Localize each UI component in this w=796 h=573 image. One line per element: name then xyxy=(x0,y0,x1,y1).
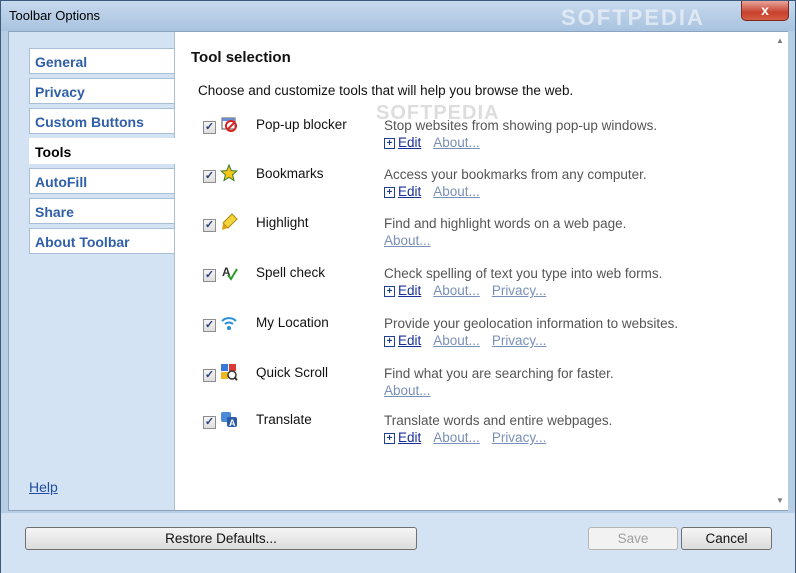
location-signal-icon xyxy=(220,313,238,331)
scroll-up-arrow-icon[interactable]: ▲ xyxy=(776,36,784,45)
help-link[interactable]: Help xyxy=(29,479,58,495)
watermark: SOFTPEDIA xyxy=(561,5,705,30)
tool-links: About... xyxy=(384,383,443,398)
about-link[interactable]: About... xyxy=(433,283,480,298)
about-link[interactable]: About... xyxy=(433,430,480,445)
restore-defaults-button[interactable]: Restore Defaults... xyxy=(25,527,417,550)
tool-description: Check spelling of text you type into web… xyxy=(384,266,663,281)
edit-link[interactable]: Edit xyxy=(398,333,421,348)
tool-links: + Edit About... Privacy... xyxy=(384,430,558,445)
tool-name: Translate xyxy=(256,412,312,427)
tool-description: Stop websites from showing pop-up window… xyxy=(384,118,658,133)
tool-description: Translate words and entire webpages. xyxy=(384,413,613,428)
save-button[interactable]: Save xyxy=(588,527,678,550)
privacy-link[interactable]: Privacy... xyxy=(492,333,547,348)
tool-description: Access your bookmarks from any computer. xyxy=(384,167,647,182)
cancel-button[interactable]: Cancel xyxy=(681,527,772,550)
tool-name: My Location xyxy=(256,315,329,330)
about-link[interactable]: About... xyxy=(384,383,431,398)
plus-icon: + xyxy=(384,433,395,444)
tool-row-my-location: ✓ My Location Provide your geolocation i… xyxy=(176,313,772,357)
tool-name: Spell check xyxy=(256,265,326,280)
tool-name: Quick Scroll xyxy=(256,365,329,380)
sidebar-item-custom-buttons[interactable]: Custom Buttons xyxy=(29,108,174,134)
tool-links: + Edit About... xyxy=(384,135,492,150)
plus-icon: + xyxy=(384,138,395,149)
tool-name: Bookmarks xyxy=(256,166,324,181)
tool-name: Pop-up blocker xyxy=(256,117,347,132)
scroll-down-arrow-icon[interactable]: ▼ xyxy=(776,496,784,505)
tool-checkbox[interactable]: ✓ xyxy=(203,219,216,232)
tool-links: About... xyxy=(384,233,443,248)
star-icon xyxy=(219,163,239,182)
tool-row-spell-check: ✓ A Spell check Check spelling of text y… xyxy=(176,263,772,307)
vertical-scrollbar[interactable]: ▲ ▼ xyxy=(772,32,788,510)
privacy-link[interactable]: Privacy... xyxy=(492,283,547,298)
sidebar-item-share[interactable]: Share xyxy=(29,198,174,224)
tool-links: + Edit About... Privacy... xyxy=(384,333,558,348)
translate-icon: A xyxy=(220,410,238,428)
tool-checkbox[interactable]: ✓ xyxy=(203,319,216,332)
close-button[interactable]: x xyxy=(741,1,789,21)
tool-checkbox[interactable]: ✓ xyxy=(203,416,216,429)
tool-checkbox[interactable]: ✓ xyxy=(203,121,216,134)
tool-selection-panel: Tool selection Choose and customize tool… xyxy=(176,32,772,510)
tool-row-popup-blocker: ✓ Pop-up blocker Stop websites from show… xyxy=(176,115,772,159)
tool-row-quick-scroll: ✓ Quick Scroll Find what you are searchi… xyxy=(176,363,772,407)
sidebar: General Privacy Custom Buttons Tools Aut… xyxy=(9,32,176,510)
sidebar-item-general[interactable]: General xyxy=(29,48,174,74)
tool-description: Provide your geolocation information to … xyxy=(384,316,679,331)
tool-row-translate: ✓ A Translate Translate words and entire… xyxy=(176,410,772,454)
edit-link[interactable]: Edit xyxy=(398,283,421,298)
page-title: Tool selection xyxy=(191,49,291,66)
tool-row-highlight: ✓ Highlight Find and highlight words on … xyxy=(176,213,772,257)
tool-checkbox[interactable]: ✓ xyxy=(203,369,216,382)
sidebar-item-about-toolbar[interactable]: About Toolbar xyxy=(29,228,174,254)
privacy-link[interactable]: Privacy... xyxy=(492,430,547,445)
tool-description: Find and highlight words on a web page. xyxy=(384,216,627,231)
quick-scroll-icon xyxy=(220,363,238,381)
plus-icon: + xyxy=(384,187,395,198)
plus-icon: + xyxy=(384,336,395,347)
edit-link[interactable]: Edit xyxy=(398,430,421,445)
tool-checkbox[interactable]: ✓ xyxy=(203,269,216,282)
client-area: General Privacy Custom Buttons Tools Aut… xyxy=(8,31,788,511)
window-title: Toolbar Options xyxy=(9,8,101,23)
sidebar-item-tools[interactable]: Tools xyxy=(29,138,176,164)
about-link[interactable]: About... xyxy=(384,233,431,248)
tool-name: Highlight xyxy=(256,215,309,230)
tool-row-bookmarks: ✓ Bookmarks Access your bookmarks from a… xyxy=(176,163,772,208)
plus-icon: + xyxy=(384,286,395,297)
dialog-footer: Restore Defaults... Save Cancel xyxy=(1,513,795,573)
tool-description: Find what you are searching for faster. xyxy=(384,366,614,381)
about-link[interactable]: About... xyxy=(433,135,480,150)
page-description: Choose and customize tools that will hel… xyxy=(198,83,574,98)
highlighter-icon xyxy=(220,213,238,231)
popup-blocker-icon xyxy=(220,115,238,133)
edit-link[interactable]: Edit xyxy=(398,135,421,150)
toolbar-options-window: Toolbar Options SOFTPEDIA x General Priv… xyxy=(0,0,796,573)
edit-link[interactable]: Edit xyxy=(398,184,421,199)
about-link[interactable]: About... xyxy=(433,184,480,199)
tool-links: + Edit About... Privacy... xyxy=(384,283,558,298)
sidebar-item-privacy[interactable]: Privacy xyxy=(29,78,174,104)
about-link[interactable]: About... xyxy=(433,333,480,348)
tool-checkbox[interactable]: ✓ xyxy=(203,170,216,183)
spellcheck-icon: A xyxy=(220,263,238,281)
svg-text:A: A xyxy=(229,418,236,428)
title-bar: Toolbar Options SOFTPEDIA x xyxy=(1,1,795,31)
sidebar-item-autofill[interactable]: AutoFill xyxy=(29,168,174,194)
tool-links: + Edit About... xyxy=(384,184,492,199)
